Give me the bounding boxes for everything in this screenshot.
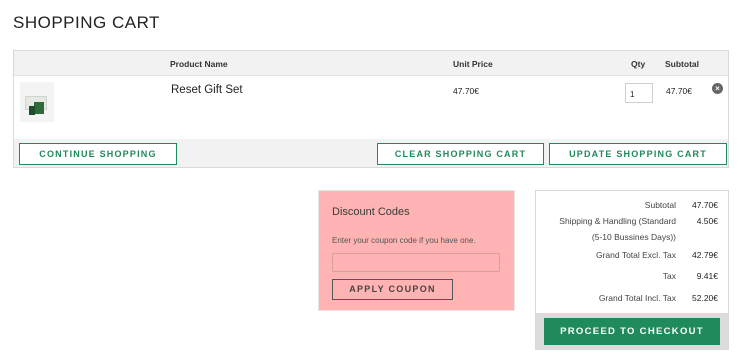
summary-shipping-label-1: Shipping & Handling (Standard (559, 216, 676, 226)
coupon-code-input[interactable] (332, 253, 500, 272)
update-cart-button[interactable]: UPDATE SHOPPING CART (549, 143, 727, 165)
summary-tax-value: 9.41€ (696, 271, 718, 281)
header-subtotal: Subtotal (665, 59, 699, 69)
discount-title: Discount Codes (332, 206, 410, 218)
checkout-bar: PROCEED TO CHECKOUT (536, 313, 728, 350)
summary-shipping-value: 4.50€ (696, 216, 718, 226)
product-thumbnail[interactable] (20, 82, 54, 122)
product-unit-price: 47.70€ (453, 86, 479, 96)
summary-grand-excl-label: Grand Total Excl. Tax (595, 250, 676, 260)
apply-coupon-button[interactable]: APPLY COUPON (332, 279, 453, 300)
summary-shipping-label-2: (5-10 Bussines Days)) (591, 232, 676, 242)
summary-grand-incl-label: Grand Total Incl. Tax (598, 293, 676, 303)
discount-hint: Enter your coupon code if you have one. (332, 236, 476, 245)
cart-item-row: Reset Gift Set 47.70€ 1 47.70€ × (14, 76, 728, 139)
proceed-to-checkout-button[interactable]: PROCEED TO CHECKOUT (544, 318, 720, 345)
quantity-input[interactable]: 1 (625, 83, 653, 103)
discount-codes-panel: Discount Codes Enter your coupon code if… (318, 190, 515, 311)
summary-grand-incl-value: 52.20€ (692, 293, 718, 303)
remove-item-icon[interactable]: × (712, 83, 723, 94)
product-subtotal: 47.70€ (666, 86, 692, 96)
order-summary: Subtotal 47.70€ Shipping & Handling (Sta… (535, 190, 729, 350)
header-qty: Qty (631, 59, 646, 69)
summary-tax-label: Tax (662, 271, 676, 281)
summary-subtotal-value: 47.70€ (692, 200, 718, 210)
product-name[interactable]: Reset Gift Set (171, 84, 243, 96)
summary-grand-excl-value: 42.79€ (692, 250, 718, 260)
clear-cart-button[interactable]: CLEAR SHOPPING CART (377, 143, 544, 165)
header-unit-price: Unit Price (453, 59, 493, 69)
cart-table: Product Name Unit Price Qty Subtotal Res… (13, 50, 729, 168)
summary-subtotal-label: Subtotal (644, 200, 676, 210)
cart-table-header: Product Name Unit Price Qty Subtotal (14, 51, 728, 76)
page-title: SHOPPING CART (13, 13, 160, 32)
header-product-name: Product Name (170, 59, 228, 69)
continue-shopping-button[interactable]: CONTINUE SHOPPING (19, 143, 177, 165)
